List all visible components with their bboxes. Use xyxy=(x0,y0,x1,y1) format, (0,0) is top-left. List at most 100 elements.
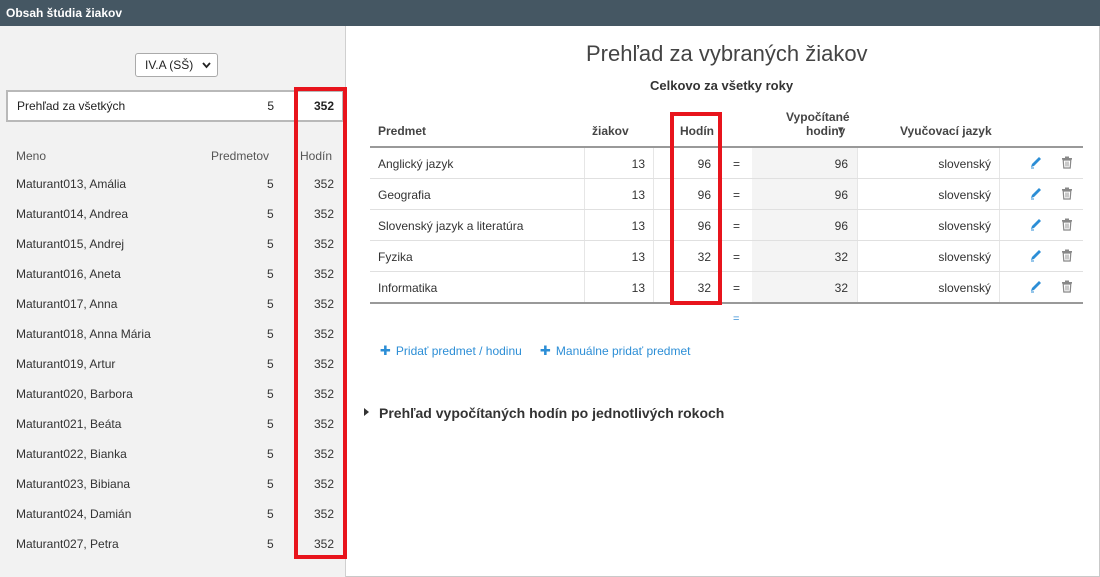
student-name: Maturant023, Bibiana xyxy=(16,477,131,491)
student-subject-count: 5 xyxy=(267,507,274,521)
column-divider xyxy=(584,272,585,302)
subject-language: slovenský xyxy=(938,219,991,233)
trash-icon[interactable] xyxy=(1061,186,1073,202)
add-subject-link[interactable]: ✚ Pridať predmet / hodinu xyxy=(380,343,522,359)
column-divider xyxy=(857,272,858,302)
section-subtitle: Celkovo za všetky roky xyxy=(650,78,794,93)
subject-calculated-hours: 32 xyxy=(834,281,848,295)
student-subject-count: 5 xyxy=(267,447,274,461)
add-subject-label: Pridať predmet / hodinu xyxy=(395,344,522,358)
column-divider xyxy=(857,148,858,178)
class-select-value: IV.A (SŠ) xyxy=(145,58,194,72)
student-subject-count: 5 xyxy=(267,267,274,281)
student-subject-count: 5 xyxy=(267,537,274,551)
column-divider xyxy=(584,210,585,240)
column-divider xyxy=(999,179,1000,209)
sort-desc-icon[interactable]: ▾ xyxy=(838,123,844,136)
column-divider xyxy=(999,148,1000,178)
plus-icon: ✚ xyxy=(540,343,551,358)
class-select[interactable]: IV.A (SŠ) xyxy=(135,53,218,77)
total-equals: = xyxy=(733,313,740,325)
pencil-icon[interactable] xyxy=(1029,155,1043,171)
subject-name: Slovenský jazyk a literatúra xyxy=(378,219,524,233)
highlight-box-right-hours xyxy=(670,112,722,305)
student-name: Maturant017, Anna xyxy=(16,297,118,311)
subject-row[interactable]: Anglický jazyk 13 96 = 96 slovenský xyxy=(370,148,1083,179)
student-subject-count: 5 xyxy=(267,357,274,371)
student-name: Maturant027, Petra xyxy=(16,537,119,551)
student-name: Maturant018, Anna Mária xyxy=(16,327,151,341)
subject-row[interactable]: Informatika 13 32 = 32 slovenský xyxy=(370,272,1083,303)
chevron-down-icon xyxy=(202,54,211,85)
column-divider xyxy=(999,241,1000,271)
subject-students: 13 xyxy=(631,157,645,171)
subject-students: 13 xyxy=(631,281,645,295)
student-subject-count: 5 xyxy=(267,327,274,341)
col-students: žiakov xyxy=(592,124,629,138)
column-divider xyxy=(584,241,585,271)
caret-right-icon xyxy=(364,408,369,416)
subject-calculated-hours: 96 xyxy=(834,188,848,202)
student-subject-count: 5 xyxy=(267,207,274,221)
student-subject-count: 5 xyxy=(267,297,274,311)
subject-calculated-hours: 96 xyxy=(834,157,848,171)
header-subjects: Predmetov xyxy=(211,149,270,163)
trash-icon[interactable] xyxy=(1061,155,1073,171)
student-name: Maturant020, Barbora xyxy=(16,387,133,401)
equals-sign: = xyxy=(733,157,741,171)
trash-icon[interactable] xyxy=(1061,248,1073,264)
table-bottom-rule xyxy=(370,302,1083,304)
col-calc-line1[interactable]: Vypočítané xyxy=(786,110,850,124)
subject-students: 13 xyxy=(631,219,645,233)
column-divider xyxy=(653,241,654,271)
student-subject-count: 5 xyxy=(267,387,274,401)
manual-add-subject-link[interactable]: ✚ Manuálne pridať predmet xyxy=(540,343,690,359)
student-name: Maturant016, Aneta xyxy=(16,267,121,281)
student-name: Maturant019, Artur xyxy=(16,357,116,371)
column-divider xyxy=(584,179,585,209)
student-name: Maturant014, Andrea xyxy=(16,207,129,221)
col-language: Vyučovací jazyk xyxy=(900,124,992,138)
subject-students: 13 xyxy=(631,188,645,202)
column-divider xyxy=(584,148,585,178)
plus-icon: ✚ xyxy=(380,343,391,358)
subject-name: Fyzika xyxy=(378,250,413,264)
column-divider xyxy=(999,210,1000,240)
subject-name: Informatika xyxy=(378,281,438,295)
subject-row[interactable]: Fyzika 13 32 = 32 slovenský xyxy=(370,241,1083,272)
equals-sign: = xyxy=(733,188,741,202)
subject-name: Anglický jazyk xyxy=(378,157,454,171)
header-name: Meno xyxy=(16,149,47,163)
subject-language: slovenský xyxy=(938,157,991,171)
subject-students: 13 xyxy=(631,250,645,264)
pencil-icon[interactable] xyxy=(1029,248,1043,264)
student-name: Maturant022, Bianka xyxy=(16,447,127,461)
summary-count: 5 xyxy=(267,99,274,113)
pencil-icon[interactable] xyxy=(1029,217,1043,233)
subject-language: slovenský xyxy=(938,281,991,295)
student-subject-count: 5 xyxy=(267,177,274,191)
equals-sign: = xyxy=(733,250,741,264)
pencil-icon[interactable] xyxy=(1029,186,1043,202)
highlight-box-left-hours xyxy=(294,87,347,559)
column-divider xyxy=(857,210,858,240)
column-divider xyxy=(857,241,858,271)
expander-label: Prehľad vypočítaných hodín po jednotlivý… xyxy=(379,405,725,421)
column-divider xyxy=(653,148,654,178)
student-name: Maturant015, Andrej xyxy=(16,237,125,251)
trash-icon[interactable] xyxy=(1061,217,1073,233)
yearly-breakdown-expander[interactable]: Prehľad vypočítaných hodín po jednotlivý… xyxy=(364,405,724,421)
manual-add-label: Manuálne pridať predmet xyxy=(555,344,691,358)
subject-language: slovenský xyxy=(938,250,991,264)
trash-icon[interactable] xyxy=(1061,279,1073,295)
window-title: Obsah štúdia žiakov xyxy=(0,0,1100,26)
subject-row[interactable]: Slovenský jazyk a literatúra 13 96 = 96 slove… xyxy=(370,210,1083,241)
pencil-icon[interactable] xyxy=(1029,279,1043,295)
summary-label: Prehľad za všetkých xyxy=(17,99,126,113)
student-name: Maturant013, Amália xyxy=(16,177,127,191)
subject-language: slovenský xyxy=(938,188,991,202)
subject-row[interactable]: Geografia 13 96 = 96 slovenský xyxy=(370,179,1083,210)
student-name: Maturant024, Damián xyxy=(16,507,132,521)
page-title: Prehľad za vybraných žiakov xyxy=(586,41,868,66)
equals-sign: = xyxy=(733,281,741,295)
